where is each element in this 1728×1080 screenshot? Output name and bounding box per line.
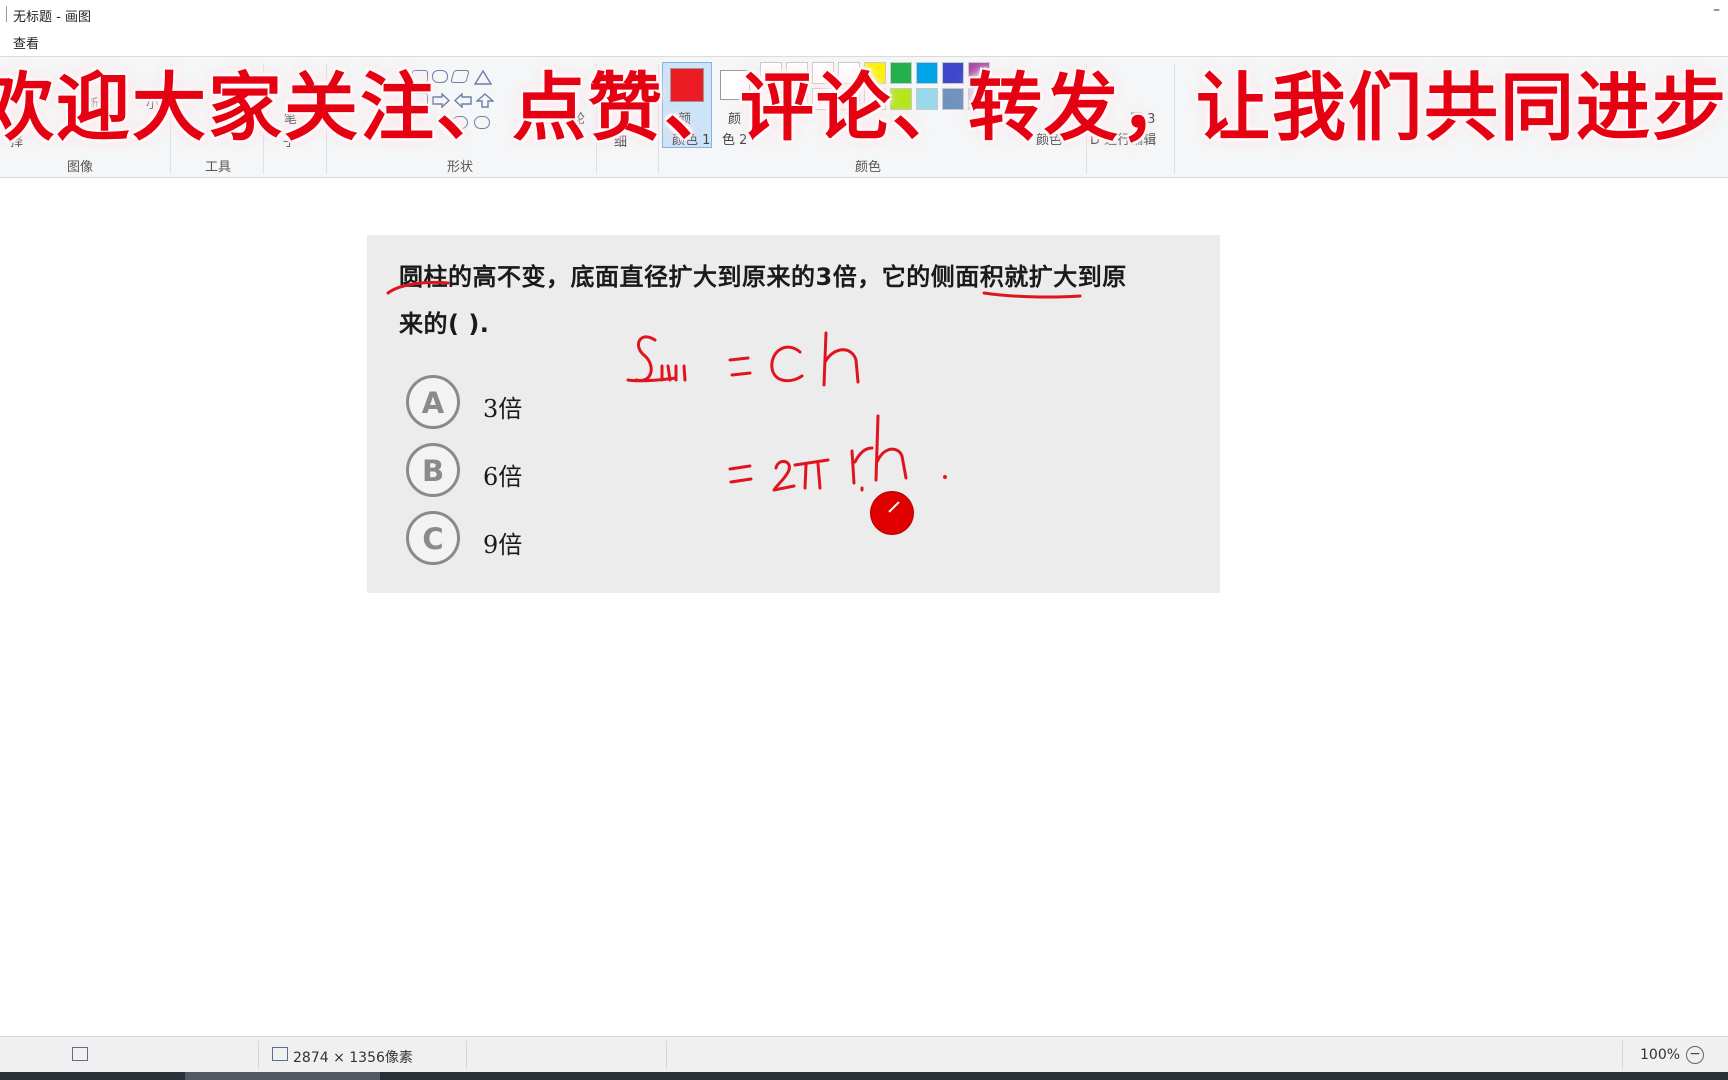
ink-equals-1: [728, 356, 752, 377]
title-bar: 无标题 - 画图 –: [0, 0, 1728, 28]
ink-letter-s: [634, 335, 657, 383]
ink-pi: [793, 458, 830, 490]
underline-stroke-1: [386, 280, 450, 295]
taskbar: [0, 1072, 1728, 1080]
paint-window: 无标题 - 画图 – 查看 新建 小 择 笔 子 轮 细 图像 工具 形状 颜色: [0, 0, 1728, 1080]
group-label-tools: 工具: [204, 160, 231, 175]
group-label-shapes: 形状: [446, 160, 473, 175]
ink-equals-2: [728, 464, 753, 484]
ink-letter-h-2: [874, 414, 908, 482]
ink-period: [943, 475, 947, 479]
drawing-canvas[interactable]: 圆柱的高不变，底面直径扩大到原来的3倍，它的侧面积就扩大到原 来的( ). A …: [0, 180, 1728, 1020]
status-separator: [466, 1041, 467, 1069]
group-label-colors: 颜色: [854, 160, 881, 175]
ink-letter-c: [770, 345, 804, 383]
handwriting-ink: [386, 280, 1082, 492]
status-separator: [258, 1041, 259, 1069]
promo-caption: 欢迎大家关注、点赞、评论、转发，让我们共同进步: [0, 65, 1728, 151]
taskbar-item[interactable]: [185, 1072, 380, 1080]
minimize-button[interactable]: –: [1713, 2, 1720, 18]
canvas-dimensions: 2874 × 1356像素: [293, 1050, 413, 1066]
selection-size-icon: [72, 1047, 88, 1061]
underline-stroke-2: [982, 291, 1082, 299]
status-bar: 2874 × 1356像素 100% −: [0, 1036, 1728, 1072]
pen-cursor: [871, 492, 913, 534]
canvas-size-icon: [272, 1047, 288, 1061]
title-separator: [6, 6, 7, 22]
ink-letter-h: [822, 331, 860, 387]
group-label-image: 图像: [66, 160, 93, 175]
status-separator: [1622, 1041, 1623, 1069]
window-title: 无标题 - 画图: [13, 10, 91, 25]
zoom-level: 100%: [1640, 1047, 1681, 1063]
ink-digit-2: [772, 460, 796, 492]
ink-letter-r: [850, 446, 874, 485]
status-separator: [666, 1041, 667, 1069]
zoom-out-button[interactable]: −: [1686, 1046, 1704, 1064]
